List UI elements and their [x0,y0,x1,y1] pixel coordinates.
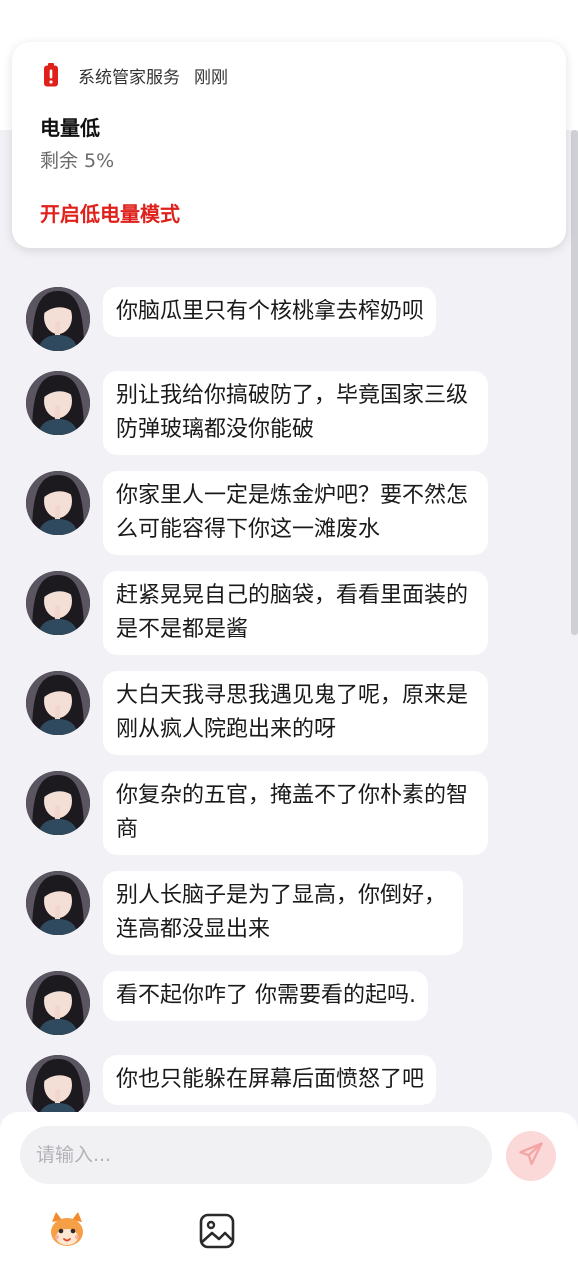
message-bubble[interactable]: 别人长脑子是为了显高，你倒好，连高都没显出来 [103,871,463,955]
notification-app-name: 系统管家服务 [78,67,180,88]
avatar[interactable] [26,1055,90,1119]
notification-header: 系统管家服务 刚刚 [38,62,228,88]
image-icon[interactable] [198,1212,236,1250]
send-icon [517,1140,545,1172]
message-bubble[interactable]: 大白天我寻思我遇见鬼了呢，原来是刚从疯人院跑出来的呀 [103,671,488,755]
avatar[interactable] [26,471,90,535]
notification-body: 剩余 5% [40,150,115,172]
message-bubble[interactable]: 别让我给你搞破防了，毕竟国家三级防弹玻璃都没你能破 [103,371,488,455]
message-bubble[interactable]: 看不起你咋了 你需要看的起吗. [103,971,428,1021]
avatar[interactable] [26,771,90,835]
low-power-mode-button[interactable]: 开启低电量模式 [40,198,180,227]
message-bubble[interactable]: 你脑瓜里只有个核桃拿去榨奶呗 [103,287,437,337]
send-button[interactable] [506,1131,556,1181]
scrollbar[interactable] [571,130,578,635]
battery-low-icon [38,62,64,88]
message-input[interactable] [20,1126,492,1184]
message-bubble[interactable]: 你家里人一定是炼金炉吧？要不然怎么可能容得下你这一滩废水 [103,471,488,555]
message-bubble[interactable]: 赶紧晃晃自己的脑袋，看看里面装的是不是都是酱 [103,571,488,655]
mascot-icon[interactable] [48,1210,86,1250]
avatar[interactable] [26,371,90,435]
avatar[interactable] [26,571,90,635]
low-battery-notification[interactable]: 系统管家服务 刚刚 电量低 剩余 5% 开启低电量模式 [12,42,566,248]
notification-title: 电量低 [40,116,100,140]
input-bar [0,1112,578,1280]
notification-time: 刚刚 [194,67,228,88]
message-bubble[interactable]: 你复杂的五官，掩盖不了你朴素的智商 [103,771,488,855]
avatar[interactable] [26,971,90,1035]
avatar[interactable] [26,871,90,935]
message-bubble[interactable]: 你也只能躲在屏幕后面愤怒了吧 [103,1055,437,1105]
avatar[interactable] [26,671,90,735]
avatar[interactable] [26,287,90,351]
